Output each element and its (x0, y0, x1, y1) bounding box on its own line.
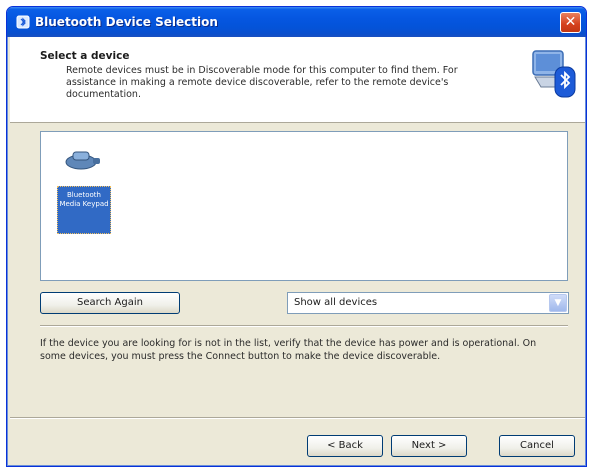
bluetooth-computer-icon (531, 47, 577, 99)
device-item[interactable]: Bluetooth Media Keypad (53, 144, 113, 244)
wizard-header: Select a device Remote devices must be i… (10, 37, 585, 123)
chevron-down-icon[interactable]: ▼ (549, 294, 567, 312)
device-filter-select[interactable]: Show all devices ▼ (287, 292, 569, 314)
close-button[interactable]: ✕ (560, 12, 581, 33)
page-description: Remote devices must be in Discoverable m… (66, 65, 458, 100)
device-filter-value: Show all devices (294, 297, 378, 308)
device-list[interactable]: Bluetooth Media Keypad (40, 131, 568, 281)
dialog-window: Bluetooth Device Selection ✕ Select a de… (6, 6, 587, 467)
divider (40, 325, 568, 327)
search-again-button[interactable]: Search Again (40, 292, 180, 314)
back-button[interactable]: < Back (307, 435, 383, 457)
page-title: Select a device (40, 50, 130, 62)
keypad-device-icon (63, 144, 103, 174)
window-title: Bluetooth Device Selection (35, 15, 218, 29)
title-bar[interactable]: Bluetooth Device Selection ✕ (7, 7, 586, 37)
device-label: Bluetooth Media Keypad (57, 186, 111, 234)
cancel-button[interactable]: Cancel (499, 435, 575, 457)
close-icon: ✕ (564, 14, 577, 30)
next-button[interactable]: Next > (391, 435, 467, 457)
footer-divider (10, 417, 585, 419)
bluetooth-icon (16, 15, 30, 29)
help-text: If the device you are looking for is not… (40, 338, 537, 362)
